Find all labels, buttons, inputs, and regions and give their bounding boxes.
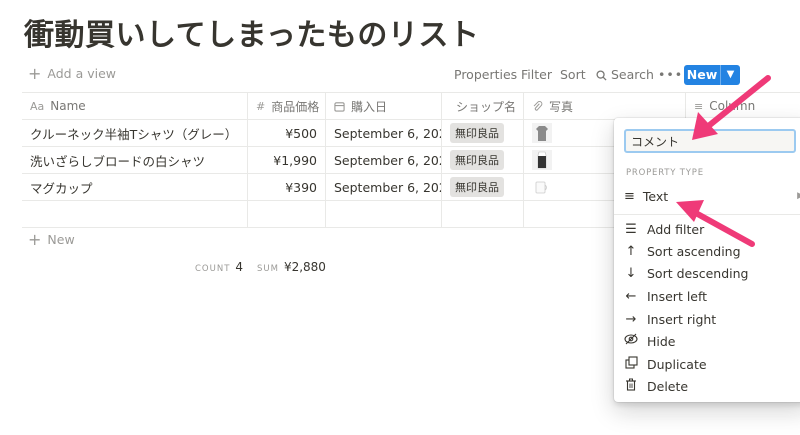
cell-date[interactable]	[326, 201, 442, 227]
menu-item-add-filter[interactable]: ☰ Add filter	[624, 219, 704, 239]
trash-icon	[624, 378, 638, 395]
cell-price[interactable]	[248, 201, 326, 227]
shop-tag: 無印良品	[450, 150, 504, 170]
sum-label: SUM	[257, 264, 279, 274]
filter-button[interactable]: Filter	[521, 66, 552, 84]
shop-tag: 無印良品	[450, 177, 504, 197]
number-type-icon: #	[256, 99, 266, 113]
column-header-price[interactable]: # 商品価格	[248, 93, 326, 119]
text-type-icon: ≡	[694, 99, 704, 113]
new-button[interactable]: New ▼	[684, 65, 740, 85]
menu-item-delete[interactable]: Delete	[624, 376, 688, 396]
sort-button[interactable]: Sort	[560, 66, 586, 84]
menu-item-label: Add filter	[647, 221, 705, 237]
calendar-icon	[334, 101, 345, 112]
cell-date[interactable]: September 6, 2021	[326, 120, 442, 146]
column-header-column[interactable]: ≡ Column	[686, 93, 800, 119]
cell-name[interactable]: マグカップ	[22, 174, 248, 200]
column-header-label: Name	[50, 99, 86, 113]
cell-shop[interactable]: 無印良品	[442, 120, 524, 146]
column-header-name[interactable]: Aa Name	[22, 93, 248, 119]
column-header-label: 写真	[549, 99, 574, 114]
menu-item-sort-ascending[interactable]: ↑ Sort ascending	[624, 241, 741, 261]
menu-item-label: Sort ascending	[647, 243, 741, 259]
menu-item-label: Sort descending	[647, 265, 749, 281]
table-header-row: Aa Name # 商品価格 購入日 ショップ名 写真 ≡ Column	[22, 93, 800, 120]
menu-item-insert-right[interactable]: → Insert right	[624, 309, 717, 329]
menu-item-label: Delete	[647, 378, 689, 394]
cell-price[interactable]: ¥1,990	[248, 147, 326, 173]
cell-shop[interactable]: 無印良品	[442, 174, 524, 200]
column-header-label: 購入日	[351, 99, 388, 114]
shop-tag: 無印良品	[450, 123, 504, 143]
column-header-label: 商品価格	[271, 99, 320, 114]
duplicate-icon	[624, 355, 638, 373]
text-lines-icon: ≡	[624, 188, 635, 204]
toolbar: Properties Filter Sort Search •••	[0, 66, 800, 84]
more-icon[interactable]: •••	[658, 66, 683, 84]
count-value: 4	[235, 260, 244, 274]
column-header-shop[interactable]: ショップ名	[442, 93, 524, 119]
gray-shirt-thumbnail	[532, 123, 552, 143]
menu-divider	[614, 214, 800, 215]
arrow-right-icon: →	[625, 311, 637, 327]
property-type-value: Text	[642, 188, 669, 204]
cell-name[interactable]: クルーネック半袖Tシャツ（グレー）	[22, 120, 248, 146]
column-header-label: Column	[709, 99, 756, 113]
cell-price[interactable]: ¥390	[248, 174, 326, 200]
sum-value: ¥2,880	[283, 260, 326, 274]
add-row-button[interactable]: + New	[28, 229, 75, 249]
text-type-icon: Aa	[30, 99, 45, 113]
menu-item-insert-left[interactable]: ← Insert left	[624, 286, 708, 306]
arrow-up-icon: ↑	[625, 243, 637, 259]
cell-price[interactable]: ¥500	[248, 120, 326, 146]
search-label: Search	[611, 67, 654, 82]
cell-name[interactable]: 洗いざらしブロードの白シャツ	[22, 147, 248, 173]
cell-shop[interactable]: 無印良品	[442, 147, 524, 173]
menu-item-hide[interactable]: Hide	[624, 331, 676, 351]
plus-icon: +	[28, 229, 42, 249]
white-shirt-thumbnail	[532, 150, 552, 170]
cell-shop[interactable]	[442, 201, 524, 227]
page-title: 衝動買いしてしまったものリスト	[24, 18, 480, 53]
menu-item-label: Insert left	[647, 288, 708, 304]
column-header-photo[interactable]: 写真	[524, 93, 686, 119]
column-header-date[interactable]: 購入日	[326, 93, 442, 119]
count-calculation[interactable]: COUNT 4	[195, 260, 243, 274]
paperclip-icon	[533, 100, 543, 111]
cell-date[interactable]: September 6, 2021	[326, 174, 442, 200]
property-type-label: PROPERTY TYPE	[626, 168, 704, 178]
search-button[interactable]: Search	[596, 66, 654, 84]
column-header-label: ショップ名	[456, 99, 517, 114]
menu-item-label: Hide	[647, 333, 676, 349]
eye-off-icon	[624, 333, 638, 349]
property-name-input[interactable]	[624, 129, 796, 153]
arrow-down-icon: ↓	[625, 265, 637, 281]
add-row-label: New	[47, 232, 75, 247]
menu-item-duplicate[interactable]: Duplicate	[624, 354, 707, 374]
mug-thumbnail	[532, 177, 552, 197]
menu-item-sort-descending[interactable]: ↓ Sort descending	[624, 263, 749, 283]
cell-date[interactable]: September 6, 2021	[326, 147, 442, 173]
properties-button[interactable]: Properties	[454, 66, 517, 84]
filter-icon: ☰	[625, 221, 637, 237]
arrow-left-icon: ←	[625, 288, 637, 304]
sum-calculation[interactable]: SUM ¥2,880	[257, 260, 326, 274]
property-type-select[interactable]: ≡ Text ▶	[624, 186, 800, 206]
chevron-down-icon[interactable]: ▼	[721, 65, 740, 85]
column-property-menu: PROPERTY TYPE ≡ Text ▶ ☰ Add filter ↑ So…	[614, 118, 800, 402]
count-label: COUNT	[195, 264, 231, 274]
menu-item-label: Duplicate	[647, 356, 707, 372]
cell-name[interactable]	[22, 201, 248, 227]
new-button-label: New	[684, 65, 721, 85]
search-icon	[596, 69, 607, 81]
menu-item-label: Insert right	[647, 311, 717, 327]
